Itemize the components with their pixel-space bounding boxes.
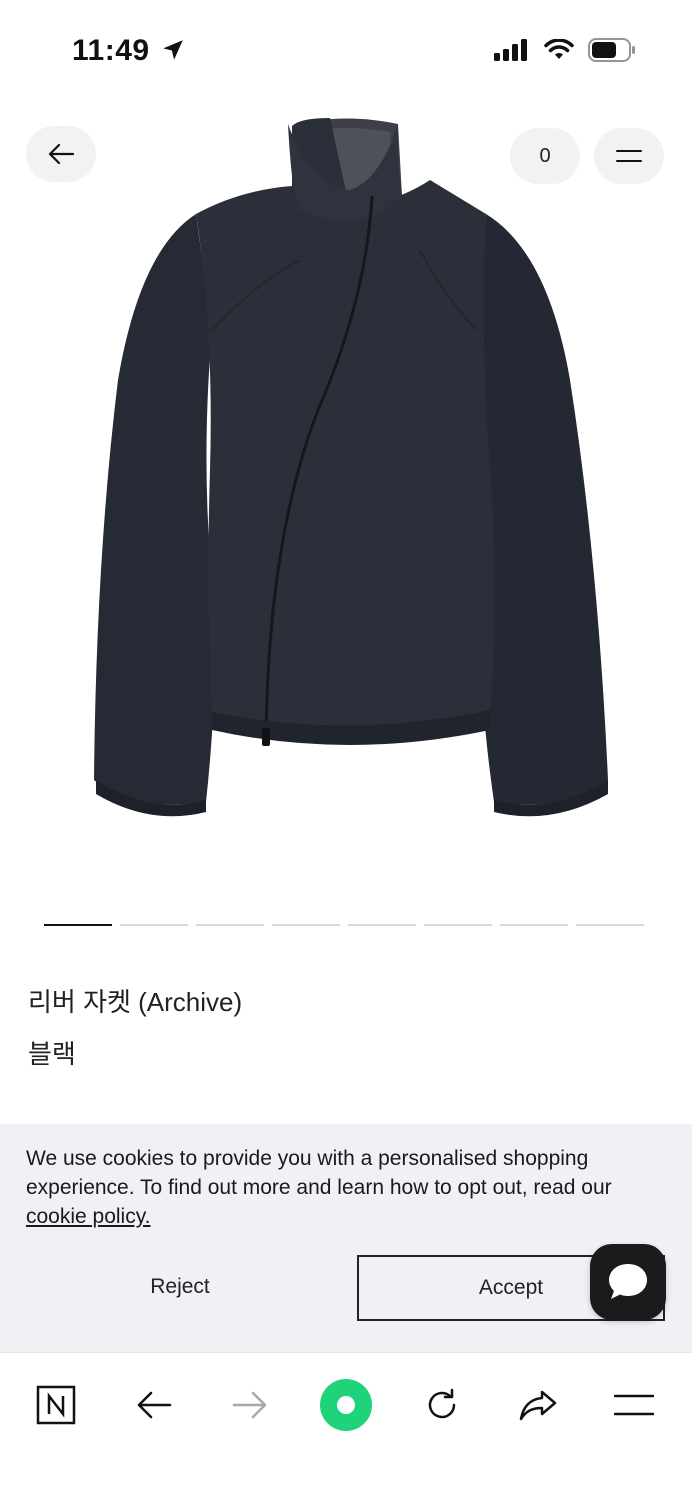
- reject-button[interactable]: Reject: [20, 1254, 340, 1320]
- nav-forward-button[interactable]: [220, 1375, 280, 1435]
- indicator-dash[interactable]: [196, 924, 264, 926]
- forward-icon: [232, 1391, 267, 1419]
- hamburger-icon: [616, 150, 642, 162]
- cookie-banner: We use cookies to provide you with a per…: [0, 1124, 692, 1352]
- share-icon: [519, 1390, 557, 1421]
- share-button[interactable]: [508, 1375, 568, 1435]
- cart-button[interactable]: 0: [510, 128, 580, 184]
- browser-toolbar: [0, 1352, 692, 1500]
- indicator-dash[interactable]: [120, 924, 188, 926]
- cart-count: 0: [539, 144, 551, 167]
- arrow-left-icon: [48, 143, 75, 165]
- product-name: 리버 자켓 (Archive): [28, 987, 243, 1017]
- carousel-indicator: [44, 924, 644, 926]
- menu-icon: [614, 1394, 654, 1416]
- chat-bubble-icon: [609, 1264, 647, 1299]
- back-button[interactable]: [26, 126, 96, 182]
- status-time-text: 11:49: [72, 34, 150, 67]
- indicator-dash[interactable]: [576, 924, 644, 926]
- jacket-illustration: [94, 118, 608, 817]
- product-color: 블랙: [28, 1039, 76, 1069]
- green-dot-button[interactable]: [316, 1375, 376, 1435]
- product-image[interactable]: [0, 100, 692, 900]
- menu-button[interactable]: [594, 128, 664, 184]
- indicator-dash[interactable]: [500, 924, 568, 926]
- refresh-button[interactable]: [412, 1375, 472, 1435]
- home-n-icon: [36, 1385, 76, 1425]
- location-arrow-icon: [163, 40, 184, 60]
- back-icon: [137, 1391, 172, 1419]
- indicator-dash[interactable]: [272, 924, 340, 926]
- status-time: 11:49: [72, 34, 186, 68]
- battery-icon: [588, 38, 635, 62]
- indicator-dash[interactable]: [424, 924, 492, 926]
- toolbar-menu-button[interactable]: [604, 1375, 664, 1435]
- cookie-message: We use cookies to provide you with a per…: [26, 1147, 612, 1199]
- status-bar: 11:49: [0, 0, 692, 100]
- cookie-text: We use cookies to provide you with a per…: [26, 1144, 676, 1231]
- indicator-dash[interactable]: [348, 924, 416, 926]
- home-button[interactable]: [26, 1375, 86, 1435]
- chat-button[interactable]: [590, 1244, 666, 1320]
- cellular-signal-icon: [494, 39, 527, 61]
- refresh-icon: [428, 1388, 456, 1419]
- green-dot-icon: [320, 1379, 372, 1431]
- nav-back-button[interactable]: [124, 1375, 184, 1435]
- cookie-policy-link[interactable]: cookie policy.: [26, 1205, 151, 1228]
- indicator-dash-active[interactable]: [44, 924, 112, 926]
- status-icons: [494, 38, 636, 62]
- wifi-icon: [544, 39, 574, 59]
